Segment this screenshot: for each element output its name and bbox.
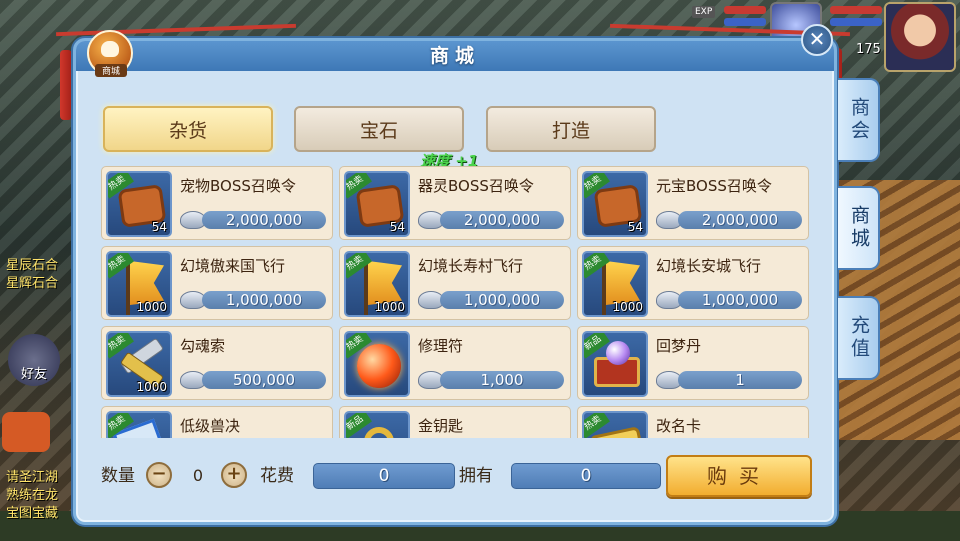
owned-label: 拥有 bbox=[459, 466, 493, 486]
shop-item[interactable]: 热卖 54 元宝BOSS召唤令 2,000,000 bbox=[577, 166, 809, 240]
repair-orb-icon: 热卖 bbox=[344, 331, 410, 397]
item-stack-count: 1000 bbox=[374, 300, 405, 314]
flying-flag-icon: 热卖 1000 bbox=[106, 251, 172, 317]
item-name: 金钥匙 bbox=[418, 417, 464, 435]
item-name: 回梦丹 bbox=[656, 337, 702, 355]
shop-item[interactable]: 热卖 1000 勾魂索 500,000 bbox=[101, 326, 333, 400]
boss-token-icon: 热卖 54 bbox=[106, 171, 172, 237]
shop-item[interactable]: 热卖 修理符 1,000 bbox=[339, 326, 571, 400]
item-stack-count: 54 bbox=[389, 220, 405, 234]
item-name: 宠物BOSS召唤令 bbox=[180, 177, 296, 195]
shop-item[interactable]: 新品 回梦丹 1 bbox=[577, 326, 809, 400]
golden-key-icon: 新品 bbox=[344, 411, 410, 438]
item-price: 2,000,000 bbox=[463, 211, 541, 229]
item-stack-count: 1000 bbox=[612, 300, 643, 314]
beast-scroll-icon: 热卖 bbox=[106, 411, 172, 438]
item-stack-count: 1000 bbox=[136, 380, 167, 394]
item-price: 1,000,000 bbox=[701, 291, 779, 309]
item-name: 幻境长安城飞行 bbox=[656, 257, 762, 275]
side-tab-recharge[interactable]: 充值 bbox=[838, 296, 880, 380]
tab-groceries[interactable]: 杂货 bbox=[103, 106, 273, 152]
side-tab-guild-shop[interactable]: 商会 bbox=[838, 78, 880, 162]
item-price: 1,000,000 bbox=[463, 291, 541, 309]
tassel-left bbox=[60, 50, 72, 120]
hero-mp-bar bbox=[830, 18, 882, 26]
hud-chat-line-3: 宝图宝藏 bbox=[6, 506, 59, 521]
item-name: 元宝BOSS召唤令 bbox=[656, 177, 772, 195]
hook-rope-icon: 热卖 1000 bbox=[106, 331, 172, 397]
item-price: 500,000 bbox=[232, 371, 296, 389]
owned-value: 0 bbox=[511, 463, 661, 489]
rename-card-icon: 热卖 bbox=[582, 411, 648, 438]
item-name: 低级兽决 bbox=[180, 417, 241, 435]
item-stack-count: 1000 bbox=[136, 300, 167, 314]
item-name: 改名卡 bbox=[656, 417, 702, 435]
shop-item[interactable]: 热卖 改名卡 bbox=[577, 406, 809, 438]
money-bag-icon bbox=[101, 41, 119, 57]
hero-hp-bar bbox=[830, 6, 882, 14]
flying-flag-icon: 热卖 1000 bbox=[582, 251, 648, 317]
item-price: 2,000,000 bbox=[225, 211, 303, 229]
shop-item[interactable]: 热卖 1000 幻境傲来国飞行 1,000,000 bbox=[101, 246, 333, 320]
quantity-value[interactable]: 0 bbox=[172, 464, 224, 488]
boss-token-icon: 热卖 54 bbox=[582, 171, 648, 237]
exp-label: EXP bbox=[692, 6, 716, 18]
hud-notice-1: 星辰石合 bbox=[6, 258, 59, 273]
hero-avatar[interactable] bbox=[884, 2, 956, 72]
item-price: 2,000,000 bbox=[701, 211, 779, 229]
shop-item[interactable]: 热卖 1000 幻境长寿村飞行 1,000,000 bbox=[339, 246, 571, 320]
item-stack-count: 54 bbox=[627, 220, 643, 234]
dream-pill-chest-icon: 新品 bbox=[582, 331, 648, 397]
hud-chat-line-1: 请圣江湖 bbox=[6, 470, 59, 485]
hero-level: 175 bbox=[856, 42, 881, 57]
item-name: 幻境傲来国飞行 bbox=[180, 257, 286, 275]
quantity-minus-button[interactable]: − bbox=[146, 462, 172, 488]
shop-item[interactable]: 热卖 54 器灵BOSS召唤令 2,000,000 bbox=[339, 166, 571, 240]
boss-token-icon: 热卖 54 bbox=[344, 171, 410, 237]
item-grid: 热卖 54 宠物BOSS召唤令 2,000,000 热卖 54 器灵BOSS召唤令 2,000… bbox=[101, 166, 812, 438]
item-price: 1 bbox=[735, 371, 745, 389]
flying-flag-icon: 热卖 1000 bbox=[344, 251, 410, 317]
close-button[interactable]: ✕ bbox=[801, 24, 833, 56]
quantity-plus-button[interactable]: + bbox=[221, 462, 247, 488]
quantity-label: 数量 bbox=[101, 466, 135, 486]
hud-notice-2: 星辉石合 bbox=[6, 276, 59, 291]
side-tab-mall[interactable]: 商城 bbox=[838, 186, 880, 270]
shop-item[interactable]: 热卖 1000 幻境长安城飞行 1,000,000 bbox=[577, 246, 809, 320]
item-stack-count: 54 bbox=[151, 220, 167, 234]
chat-icon[interactable] bbox=[2, 412, 50, 452]
friends-button[interactable]: 好友 bbox=[8, 334, 60, 386]
tab-crafting[interactable]: 打造 bbox=[486, 106, 656, 152]
friends-label: 好友 bbox=[20, 367, 47, 382]
shop-item[interactable]: 热卖 低级兽决 bbox=[101, 406, 333, 438]
item-name: 勾魂索 bbox=[180, 337, 226, 355]
cost-label: 花费 bbox=[260, 466, 294, 486]
cost-value: 0 bbox=[313, 463, 455, 489]
pet-mp-bar bbox=[724, 18, 766, 26]
shop-title: 商城 bbox=[429, 45, 480, 67]
buy-button[interactable]: 购买 bbox=[666, 455, 812, 497]
item-name: 幻境长寿村飞行 bbox=[418, 257, 524, 275]
shop-item[interactable]: 新品 金钥匙 bbox=[339, 406, 571, 438]
item-price: 1,000,000 bbox=[225, 291, 303, 309]
pet-hp-bar bbox=[724, 6, 766, 14]
shop-emblem-label: 商城 bbox=[95, 64, 127, 77]
item-name: 修理符 bbox=[418, 337, 464, 355]
item-price: 1,000 bbox=[480, 371, 524, 389]
item-name: 器灵BOSS召唤令 bbox=[418, 177, 534, 195]
shop-item[interactable]: 热卖 54 宠物BOSS召唤令 2,000,000 bbox=[101, 166, 333, 240]
tab-gems[interactable]: 宝石 bbox=[294, 106, 464, 152]
hud-chat-line-2: 熟练在龙 bbox=[6, 488, 59, 503]
